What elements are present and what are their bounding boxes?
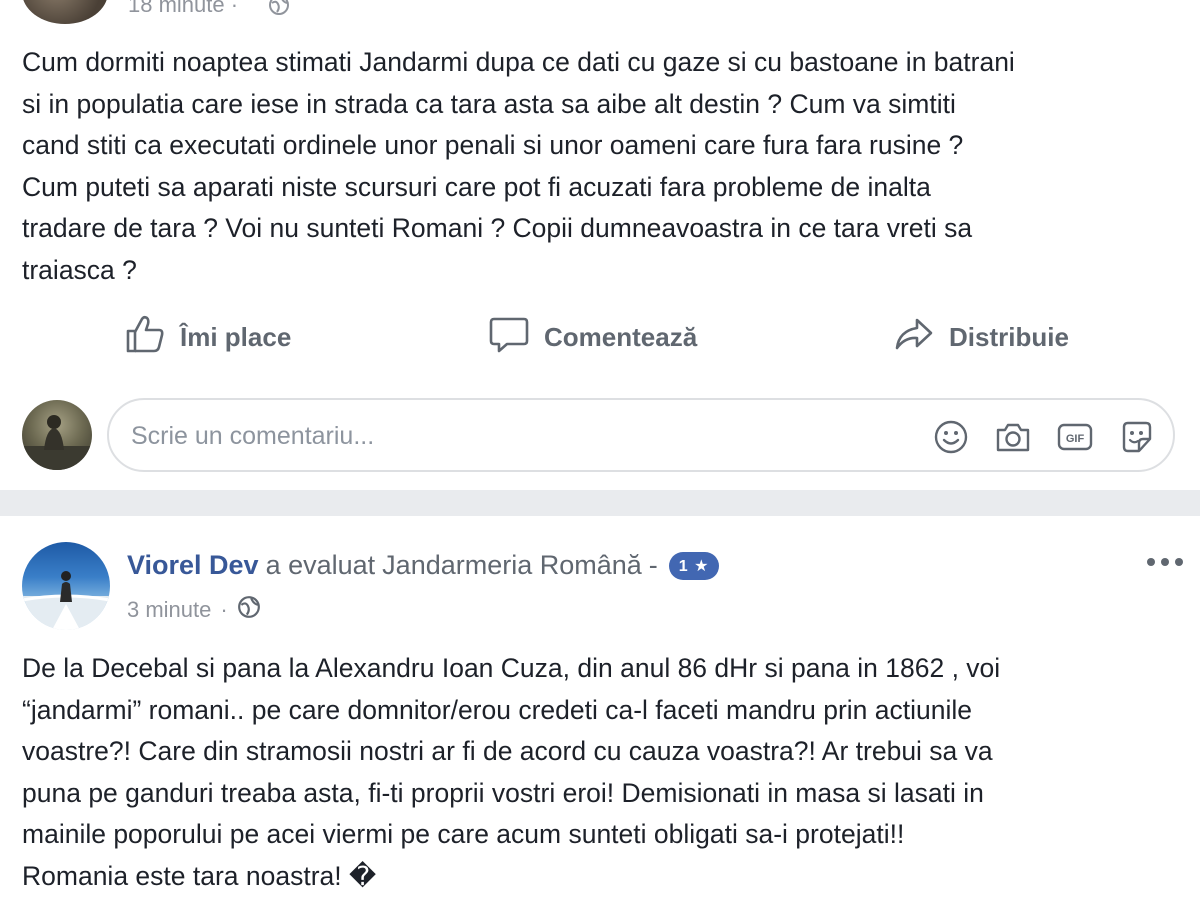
- emoji-icon[interactable]: [931, 417, 971, 457]
- post-1-text: Cum dormiti noaptea stimati Jandarmi dup…: [22, 42, 1182, 291]
- post-1-line: cand stiti ca executati ordinele unor pe…: [22, 130, 964, 160]
- post-2-line: mainile poporului pe acei viermi pe care…: [22, 819, 905, 849]
- post-2: Viorel Dev a evaluat Jandarmeria Română …: [0, 516, 1200, 900]
- thumbs-up-icon: [124, 314, 166, 361]
- comment-label: Comentează: [544, 321, 698, 352]
- post-2-line: De la Decebal si pana la Alexandru Ioan …: [22, 653, 1001, 683]
- rating-badge: 1 ★: [668, 551, 720, 580]
- post-1-line: tradare de tara ? Voi nu sunteti Romani …: [22, 213, 973, 243]
- globe-icon: [268, 0, 290, 21]
- post-2-line: puna pe ganduri treaba asta, fi-ti propr…: [22, 777, 984, 808]
- svg-text:GIF: GIF: [1066, 433, 1085, 445]
- title-dash: -: [648, 550, 658, 580]
- post-1-timestamp[interactable]: 18 minute ·: [128, 0, 238, 18]
- post-1-line: Cum puteti sa aparati niste scursuri car…: [22, 171, 931, 202]
- post-2-line: Romania este tara noastra! �: [22, 860, 377, 891]
- speech-bubble-icon: [488, 314, 530, 361]
- like-label: Îmi place: [180, 321, 292, 352]
- comment-box: GIF: [107, 398, 1175, 472]
- globe-icon: [237, 595, 261, 625]
- comment-composer: GIF: [0, 398, 1200, 474]
- comment-input[interactable]: [131, 412, 891, 460]
- like-button[interactable]: Îmi place: [124, 310, 291, 364]
- review-action-text: a evaluat: [265, 550, 376, 580]
- post-1-line: Cum dormiti noaptea stimati Jandarmi dup…: [22, 47, 1015, 77]
- camera-icon[interactable]: [993, 417, 1033, 457]
- post-1-action-bar: Îmi place Comentează Distribuie: [0, 310, 1200, 364]
- post-1-line: si in populatia care iese in strada ca t…: [22, 88, 956, 119]
- post-1-author-avatar[interactable]: [22, 0, 108, 24]
- author-name-link[interactable]: Viorel Dev: [127, 550, 259, 581]
- sticker-icon[interactable]: [1117, 417, 1157, 457]
- gif-icon[interactable]: GIF: [1055, 417, 1095, 457]
- share-label: Distribuie: [949, 321, 1069, 352]
- post-2-line: “jandarmi” romani.. pe care domnitor/ero…: [22, 694, 973, 725]
- comment-button[interactable]: Comentează: [488, 310, 697, 364]
- post-2-timestamp[interactable]: 3 minute: [127, 597, 211, 623]
- more-options-icon[interactable]: [1147, 550, 1183, 574]
- current-user-avatar[interactable]: [22, 400, 92, 470]
- post-2-text: De la Decebal si pana la Alexandru Ioan …: [22, 648, 1182, 897]
- share-arrow-icon: [893, 314, 935, 361]
- post-2-title: Viorel Dev a evaluat Jandarmeria Română …: [127, 550, 720, 581]
- post-2-author-avatar[interactable]: [22, 542, 110, 630]
- feed-separator: [0, 490, 1200, 516]
- post-2-meta: 3 minute ·: [127, 595, 261, 625]
- post-2-line: voastre?! Care din stramosii nostri ar f…: [22, 736, 993, 766]
- post-1-line: traiasca ?: [22, 254, 137, 285]
- share-button[interactable]: Distribuie: [893, 310, 1069, 364]
- page-name-link[interactable]: Jandarmeria Română: [382, 550, 642, 581]
- meta-separator: ·: [220, 597, 228, 622]
- post-1: 18 minute · Cum dormiti noaptea stimati …: [0, 0, 1200, 490]
